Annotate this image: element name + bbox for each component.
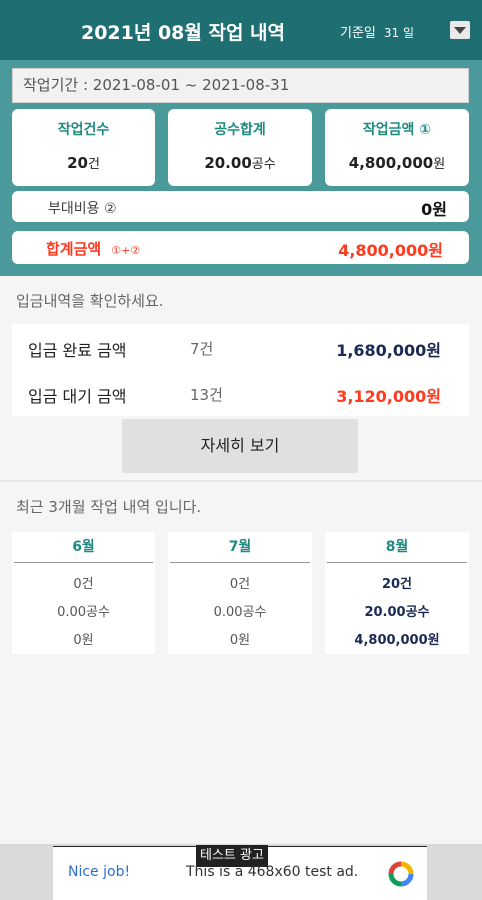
total-formula: ①+②: [111, 244, 141, 257]
month-amount: 4,800,000원: [354, 633, 440, 648]
extra-cost-label: 부대비용 ②: [48, 201, 117, 217]
manday-total-card: 공수합계 20.00공수: [168, 109, 312, 186]
month-count: 0건: [73, 577, 94, 592]
deposit-count: 13건: [190, 386, 223, 404]
base-day-value: 31 일: [383, 26, 415, 40]
month-amount: 0원: [73, 633, 94, 648]
card-title: 작업금액 ①: [362, 122, 432, 138]
deposit-label: 입금 완료 금액: [28, 341, 127, 360]
month-amount: 0원: [229, 633, 251, 648]
month-card-june: 6월 0건 0.00공수 0원: [12, 532, 155, 654]
month-card-july: 7월 0건 0.00공수 0원: [168, 532, 312, 654]
deposit-count: 7건: [190, 340, 214, 358]
section-divider: [0, 480, 482, 482]
total-amount-value: 4,800,000원: [338, 241, 443, 260]
ad-nice-text: Nice job!: [68, 864, 131, 880]
deposit-amount: 1,680,000원: [336, 341, 441, 360]
ad-logo-icon[interactable]: [388, 861, 414, 887]
month-title: 7월: [170, 532, 310, 563]
work-amount-card: 작업금액 ① 4,800,000원: [325, 109, 469, 186]
card-value: 4,800,000원: [348, 154, 446, 172]
deposit-list: 입금 완료 금액 7건 1,680,000원 입금 대기 금액 13건 3,12…: [12, 324, 469, 416]
month-dropdown-icon[interactable]: [450, 21, 470, 39]
card-value: 20건: [67, 154, 100, 172]
month-title: 6월: [14, 532, 153, 563]
deposit-label: 입금 대기 금액: [28, 387, 127, 406]
ad-text: This is a 468x60 test ad.: [186, 864, 359, 880]
extra-cost-row[interactable]: 부대비용 ② 0원: [12, 191, 469, 222]
total-amount-label: 합계금액 ①+②: [46, 240, 141, 258]
month-manday: 0.00공수: [213, 605, 267, 620]
view-details-button[interactable]: 자세히 보기: [122, 419, 358, 473]
month-title: 8월: [327, 532, 467, 563]
month-manday: 20.00공수: [364, 605, 430, 620]
month-count: 20건: [381, 577, 413, 592]
deposit-completed-row: 입금 완료 금액 7건 1,680,000원: [12, 324, 469, 370]
month-card-august: 8월 20건 20.00공수 4,800,000원: [325, 532, 469, 654]
base-day-label: 기준일: [340, 26, 376, 41]
work-period: 작업기간 : 2021-08-01 ~ 2021-08-31: [12, 68, 469, 103]
total-amount-row: 합계금액 ①+② 4,800,000원: [12, 231, 469, 264]
card-value: 20.00공수: [204, 154, 276, 172]
deposit-amount: 3,120,000원: [336, 387, 441, 406]
deposit-pending-row: 입금 대기 금액 13건 3,120,000원: [12, 370, 469, 416]
summary-panel: 작업기간 : 2021-08-01 ~ 2021-08-31 작업건수 20건 …: [0, 60, 482, 276]
deposit-hint: 입금내역을 확인하세요.: [16, 292, 164, 310]
page-title: 2021년 08월 작업 내역: [80, 22, 286, 44]
base-day: 기준일 31 일: [340, 22, 414, 41]
month-manday: 0.00공수: [57, 605, 110, 620]
card-title: 공수합계: [214, 122, 266, 138]
month-count: 0건: [229, 577, 251, 592]
app-header: 2021년 08월 작업 내역 기준일 31 일: [0, 0, 482, 60]
work-count-card: 작업건수 20건: [12, 109, 155, 186]
card-title: 작업건수: [57, 122, 110, 138]
extra-cost-value: 0원: [421, 200, 447, 219]
recent-hint: 최근 3개월 작업 내역 입니다.: [16, 498, 202, 516]
